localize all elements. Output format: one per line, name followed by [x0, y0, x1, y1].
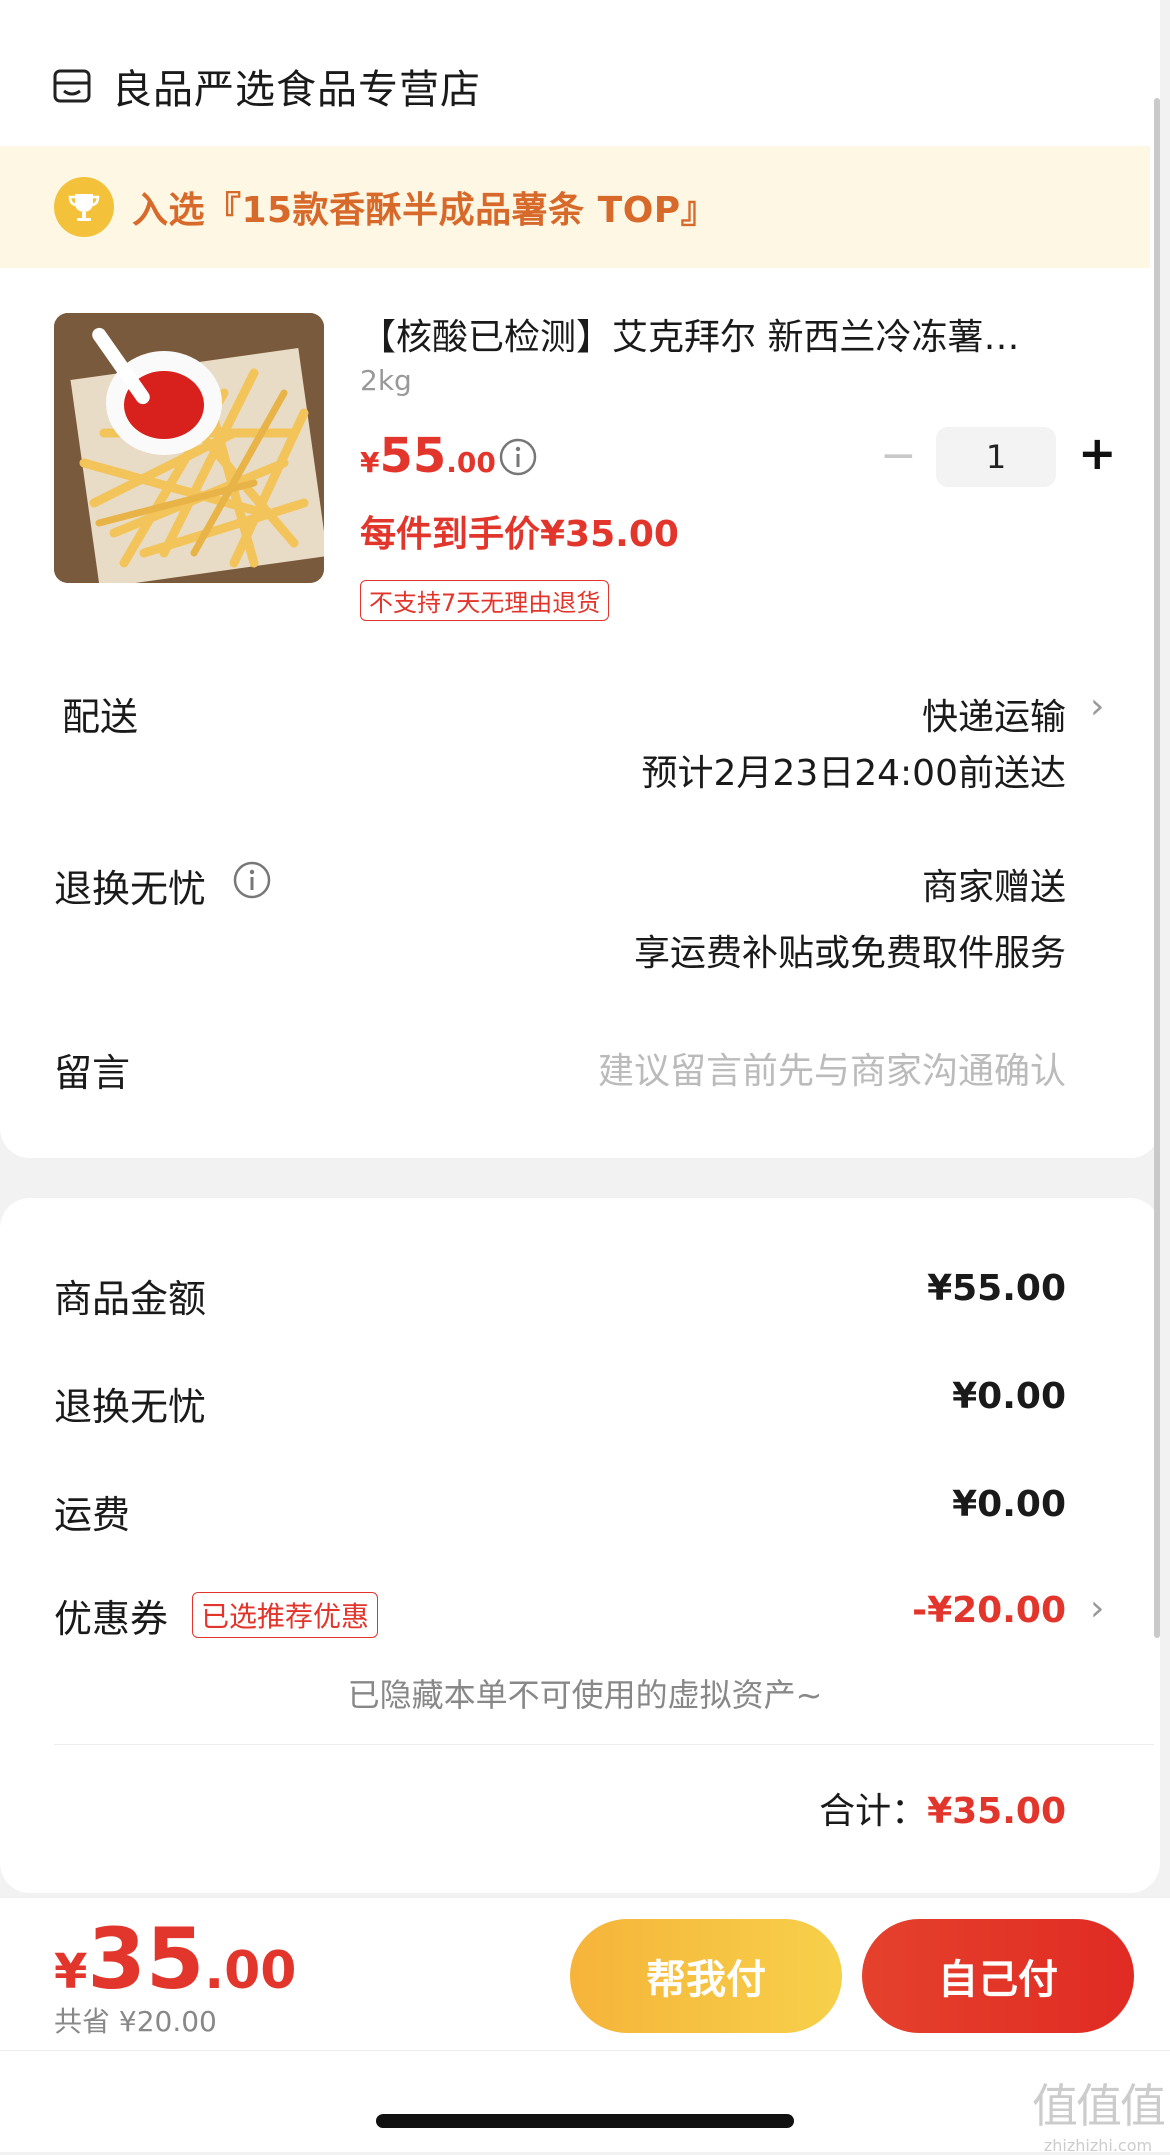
pay-total-decimal: .00 [204, 1941, 297, 2001]
pay-total: ¥ 35 .00 [54, 1910, 296, 2008]
price-decimal: .00 [446, 446, 496, 479]
store-header[interactable]: 良品严选食品专营店 [52, 58, 481, 114]
saved-amount: 共省 ¥20.00 [54, 2005, 217, 2038]
chevron-right-icon[interactable]: › [1090, 1588, 1104, 1629]
quantity-input[interactable]: 1 [936, 427, 1056, 487]
watermark: 值值值 zhizhizhi.com [1032, 2070, 1166, 2155]
pay-total-symbol: ¥ [54, 1944, 88, 2000]
total-value: ¥35.00 [927, 1791, 1066, 1832]
coupon-tag: 已选推荐优惠 [192, 1592, 379, 1638]
price-symbol: ¥ [360, 446, 380, 479]
worry-free-value: 商家赠送 [921, 867, 1066, 908]
product-spec: 2kg [360, 364, 412, 397]
message-input[interactable]: 建议留言前先与商家沟通确认 [598, 1042, 1066, 1094]
info-icon[interactable] [232, 860, 272, 900]
watermark-en: zhizhizhi.com [1043, 2136, 1153, 2155]
worry-free-fee-value: ¥0.00 [952, 1376, 1066, 1417]
price-integer: 55 [379, 428, 447, 484]
goods-amount-label: 商品金额 [54, 1277, 207, 1321]
delivery-method[interactable]: 快递运输 [922, 688, 1066, 740]
total-label: 合计： [819, 1791, 928, 1832]
shop-icon [53, 69, 91, 103]
store-name: 良品严选食品专营店 [112, 67, 481, 113]
shipping-value: ¥0.00 [952, 1484, 1066, 1525]
worry-free-label: 退换无忧 [54, 867, 207, 911]
shipping-label: 运费 [54, 1493, 131, 1537]
info-icon[interactable] [498, 437, 538, 477]
product-image[interactable] [54, 313, 324, 583]
goods-amount-value: ¥55.00 [927, 1268, 1066, 1309]
unit-final-price: 每件到手价¥35.00 [360, 514, 679, 555]
quantity-increase-button[interactable]: + [1078, 430, 1117, 476]
coupon-value[interactable]: -¥20.00 [912, 1590, 1066, 1631]
quantity-decrease-button[interactable]: − [880, 434, 917, 478]
watermark-cn: 值值值 [1032, 2079, 1166, 2133]
divider [54, 1744, 1154, 1745]
product-price: ¥ 55 .00 [360, 428, 496, 484]
pay-total-integer: 35 [87, 1910, 205, 2008]
trophy-icon [54, 177, 114, 237]
worry-free-desc: 享运费补贴或免费取件服务 [633, 933, 1066, 974]
hidden-assets-note[interactable]: 已隐藏本单不可使用的虚拟资产~ [0, 1670, 1170, 1716]
scrollbar[interactable] [1154, 98, 1160, 1638]
message-label: 留言 [54, 1051, 131, 1095]
chevron-right-icon[interactable]: › [1090, 686, 1104, 727]
worry-free-fee-label: 退换无忧 [54, 1385, 207, 1429]
order-total: 合计： ¥35.00 [819, 1782, 1066, 1834]
rank-text: 入选『15款香酥半成品薯条 TOP』 [132, 190, 718, 231]
home-indicator[interactable] [376, 2114, 794, 2128]
product-title[interactable]: 【核酸已检测】艾克拜尔 新西兰冷冻薯… [360, 308, 1090, 360]
help-pay-button[interactable]: 帮我付 [570, 1919, 842, 2033]
rank-banner[interactable]: 入选『15款香酥半成品薯条 TOP』 [0, 146, 1150, 268]
delivery-eta: 预计2月23日24:00前送达 [641, 753, 1066, 794]
coupon-label: 优惠券 [54, 1597, 169, 1641]
self-pay-button[interactable]: 自己付 [862, 1919, 1134, 2033]
no-return-tag: 不支持7天无理由退货 [360, 580, 610, 621]
delivery-label: 配送 [62, 695, 139, 739]
